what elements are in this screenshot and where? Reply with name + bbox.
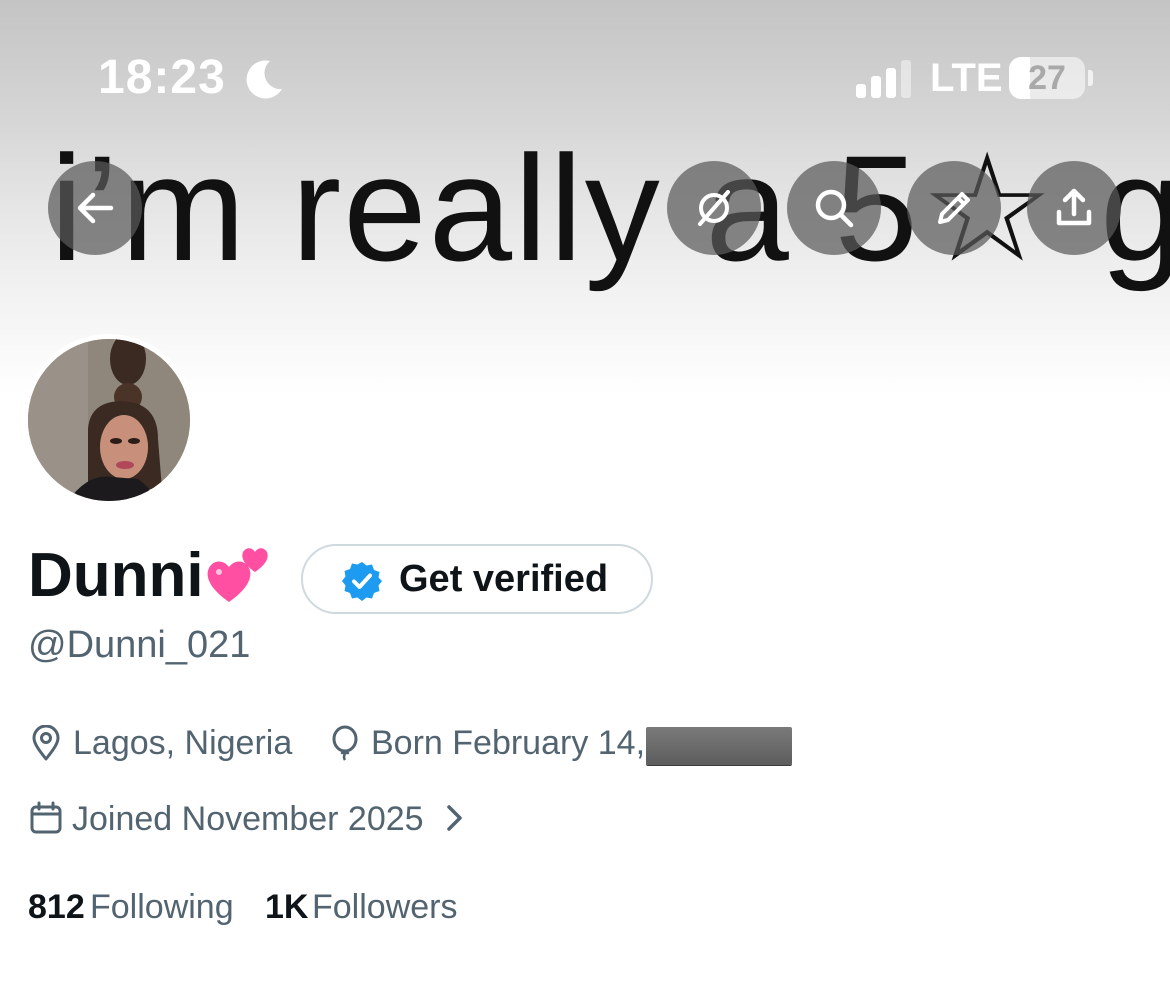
avatar-image xyxy=(28,339,190,501)
grok-button[interactable] xyxy=(667,161,761,255)
following-label[interactable]: Following xyxy=(90,885,234,929)
edit-button[interactable] xyxy=(907,161,1001,255)
calendar-icon xyxy=(30,801,62,834)
balloon-icon xyxy=(332,725,358,761)
avatar-photo xyxy=(28,339,190,501)
verified-badge-icon xyxy=(342,562,382,601)
two-hearts-icon xyxy=(207,548,268,602)
birthday-text: Born February 14, xyxy=(371,724,646,762)
chevron-right-icon[interactable] xyxy=(436,800,472,836)
location-text: Lagos, Nigeria xyxy=(73,724,293,762)
battery-icon: 27 xyxy=(1009,57,1085,99)
avatar[interactable] xyxy=(23,334,195,506)
search-icon xyxy=(815,189,854,228)
moon-icon xyxy=(246,60,282,99)
arrow-left-icon xyxy=(77,192,114,224)
battery-level: 27 xyxy=(1028,59,1066,97)
status-time: 18:23 xyxy=(98,51,226,104)
get-verified-button[interactable]: Get verified xyxy=(301,544,653,614)
banner-text: i’m really a 5☆ girl xyxy=(50,124,1170,292)
grok-icon xyxy=(698,190,730,226)
handle: @Dunni_021 xyxy=(28,624,251,666)
following-count[interactable]: 812 xyxy=(28,885,85,929)
followers-label[interactable]: Followers xyxy=(312,885,457,929)
followers-count[interactable]: 1K xyxy=(265,885,308,929)
pencil-icon xyxy=(938,192,970,224)
share-button[interactable] xyxy=(1027,161,1121,255)
signal-bars-icon xyxy=(856,60,911,98)
share-icon xyxy=(1056,188,1092,226)
location-pin-icon xyxy=(32,725,60,761)
redacted-birth-year xyxy=(646,727,792,765)
back-button[interactable] xyxy=(48,161,142,255)
search-button[interactable] xyxy=(787,161,881,255)
battery-cap xyxy=(1088,70,1093,86)
get-verified-label: Get verified xyxy=(399,558,609,600)
display-name: Dunni xyxy=(28,541,204,610)
joined-text[interactable]: Joined November 2025 xyxy=(72,797,424,841)
network-label: LTE xyxy=(930,56,1003,100)
